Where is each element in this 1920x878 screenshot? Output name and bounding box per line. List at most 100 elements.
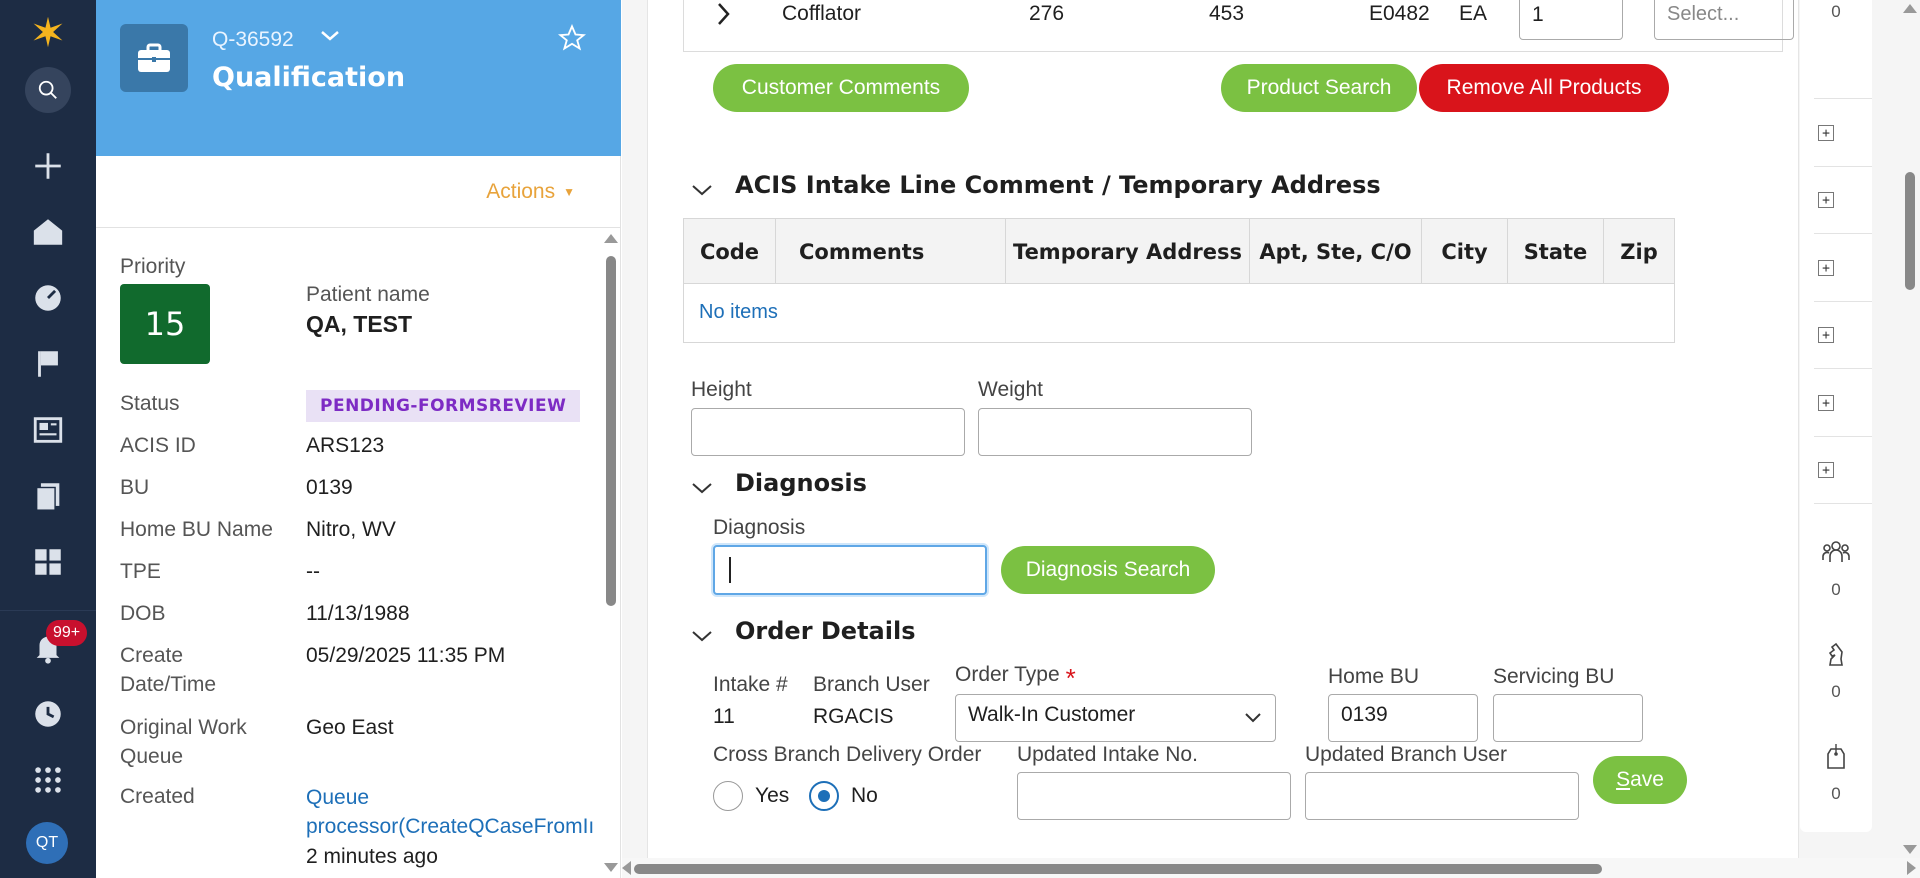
favorite-star-icon[interactable] — [557, 23, 587, 56]
page-scroll-down-arrow-icon[interactable] — [1903, 845, 1917, 854]
apps-grid-icon[interactable] — [24, 538, 72, 586]
bu-value: 0139 — [306, 476, 353, 499]
patient-name-value: QA, TEST — [306, 311, 413, 337]
diagnosis-field-label: Diagnosis — [713, 516, 806, 539]
tpe-value: -- — [306, 560, 320, 583]
created-label: Created — [120, 785, 195, 808]
home-icon[interactable] — [24, 208, 72, 256]
actions-menu[interactable]: Actions ▼ — [486, 180, 575, 204]
created-by-link-2[interactable]: processor(CreateQCaseFromIı — [306, 812, 596, 841]
scroll-left-arrow-icon[interactable] — [622, 861, 631, 875]
scroll-up-arrow-icon[interactable] — [604, 234, 618, 243]
dashboard-gauge-icon[interactable] — [24, 274, 72, 322]
main-content: Cofflator 276 453 E0482 EA 1 Select... C… — [622, 0, 1800, 878]
scroll-down-arrow-icon[interactable] — [604, 863, 618, 872]
order-type-select[interactable]: Walk-In Customer — [955, 694, 1276, 742]
save-button[interactable]: Save — [1593, 756, 1687, 804]
product-select[interactable]: Select... — [1654, 0, 1794, 40]
scrollbar-thumb[interactable] — [606, 256, 616, 606]
create-plus-icon[interactable] — [24, 142, 72, 190]
expand-plus-icon[interactable]: + — [1818, 192, 1834, 208]
updated-intake-input[interactable] — [1017, 772, 1291, 820]
documents-icon[interactable] — [24, 472, 72, 520]
followers-icon[interactable] — [1820, 536, 1852, 568]
servicing-bu-input[interactable] — [1493, 694, 1643, 742]
home-bu-input[interactable]: 0139 — [1328, 694, 1478, 742]
quantity-input[interactable]: 1 — [1519, 0, 1623, 40]
home-bu-label: Home BU — [1328, 665, 1420, 688]
cross-branch-yes-radio[interactable] — [713, 781, 743, 811]
intake-number-value: 11 — [713, 705, 735, 728]
notifications-badge: 99+ — [46, 620, 88, 646]
cross-branch-no-radio[interactable] — [809, 781, 839, 811]
utility-separator — [1814, 503, 1872, 504]
dob-value: 11/13/1988 — [306, 602, 410, 625]
expand-plus-icon[interactable]: + — [1818, 462, 1834, 478]
scroll-right-arrow-icon[interactable] — [1907, 861, 1916, 875]
order-details-section-title: Order Details — [735, 617, 916, 645]
bu-label: BU — [120, 476, 150, 499]
page-scrollbar-thumb[interactable] — [1905, 172, 1915, 290]
user-avatar[interactable]: QT — [26, 822, 68, 864]
acis-id-label: ACIS ID — [120, 434, 196, 457]
diagnosis-search-button[interactable]: Diagnosis Search — [1001, 546, 1215, 594]
expand-plus-icon[interactable]: + — [1818, 260, 1834, 276]
collapse-chevron-icon[interactable] — [690, 178, 714, 202]
column-header-apt[interactable]: Apt, Ste, C/O — [1250, 219, 1422, 284]
expand-row-icon[interactable] — [714, 0, 734, 34]
intake-section-title: ACIS Intake Line Comment / Temporary Add… — [735, 171, 1381, 199]
left-navigation: 99+ QT — [0, 0, 96, 878]
servicing-bu-label: Servicing BU — [1493, 665, 1615, 688]
expand-plus-icon[interactable]: + — [1818, 395, 1834, 411]
expand-plus-icon[interactable]: + — [1818, 327, 1834, 343]
history-icon[interactable] — [24, 690, 72, 738]
diagnosis-input[interactable] — [713, 545, 987, 595]
horizontal-scrollbar[interactable] — [622, 858, 1920, 878]
case-menu-chevron-icon[interactable] — [318, 24, 342, 52]
utility-top-count: 0 — [1831, 2, 1841, 21]
tag-icon[interactable] — [1820, 740, 1852, 772]
created-by-link[interactable]: Queue — [306, 783, 369, 812]
column-header-code[interactable]: Code — [684, 219, 776, 284]
search-icon[interactable] — [24, 66, 72, 114]
priority-label: Priority — [120, 255, 186, 278]
column-header-temporary-address[interactable]: Temporary Address — [1006, 219, 1250, 284]
product-col1: 276 — [1029, 2, 1065, 25]
collapse-chevron-icon[interactable] — [690, 624, 714, 648]
chess-knight-icon[interactable] — [1820, 638, 1852, 670]
branch-user-value: RGACIS — [813, 705, 894, 728]
product-col2: 453 — [1209, 2, 1245, 25]
app-logo-icon[interactable] — [24, 8, 72, 56]
home-bu-name-value: Nitro, WV — [306, 518, 396, 541]
cross-branch-label: Cross Branch Delivery Order — [713, 743, 982, 766]
flag-icon[interactable] — [24, 340, 72, 388]
customer-comments-button[interactable]: Customer Comments — [713, 64, 969, 112]
created-time: 2 minutes ago — [306, 845, 438, 868]
horizontal-scrollbar-thumb[interactable] — [634, 864, 1602, 874]
remove-all-products-button[interactable]: Remove All Products — [1419, 64, 1669, 112]
expand-plus-icon[interactable]: + — [1818, 125, 1834, 141]
product-search-button[interactable]: Product Search — [1221, 64, 1417, 112]
product-code: E0482 — [1369, 2, 1430, 25]
page-scroll-up-arrow-icon[interactable] — [1903, 4, 1917, 13]
column-header-city[interactable]: City — [1422, 219, 1508, 284]
updated-intake-label: Updated Intake No. — [1017, 743, 1198, 766]
more-apps-icon[interactable] — [24, 756, 72, 804]
priority-value: 15 — [120, 284, 210, 364]
notifications-bell-icon[interactable]: 99+ — [24, 620, 88, 672]
page-scrollbar[interactable] — [1900, 0, 1920, 858]
weight-input[interactable] — [978, 408, 1252, 456]
column-header-comments[interactable]: Comments — [776, 219, 1006, 284]
product-row: Cofflator 276 453 E0482 EA 1 Select... — [683, 0, 1794, 52]
updated-branch-user-input[interactable] — [1305, 772, 1579, 820]
column-header-zip[interactable]: Zip — [1604, 219, 1674, 284]
case-panel-scrollbar[interactable] — [601, 228, 621, 878]
height-input[interactable] — [691, 408, 965, 456]
empty-table-text: No items — [699, 301, 778, 323]
column-header-state[interactable]: State — [1508, 219, 1604, 284]
collapse-chevron-icon[interactable] — [690, 476, 714, 500]
order-type-value: Walk-In Customer — [968, 703, 1136, 726]
news-icon[interactable] — [24, 406, 72, 454]
actions-label: Actions — [486, 180, 556, 203]
utility-panel: 0 + + + + + + 0 0 0 — [1800, 0, 1872, 832]
